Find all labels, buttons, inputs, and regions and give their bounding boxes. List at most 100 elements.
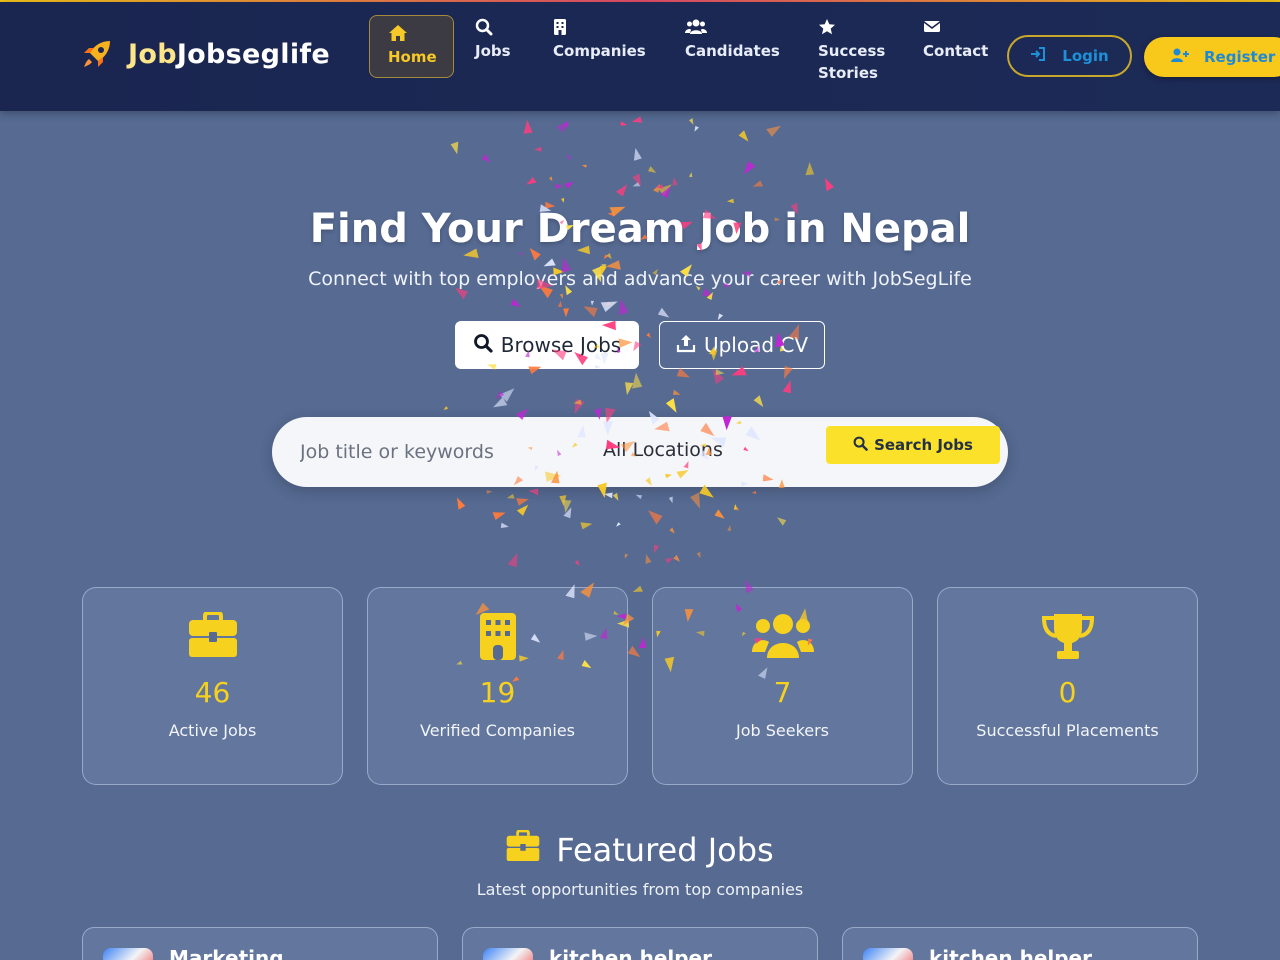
confetti-piece — [549, 176, 553, 182]
stat-label: Active Jobs — [168, 721, 257, 740]
confetti-piece — [706, 292, 713, 300]
job-title[interactable]: kitchen helper — [929, 946, 1092, 960]
confetti-piece — [493, 397, 508, 408]
confetti-piece — [583, 306, 598, 318]
confetti-piece — [635, 494, 642, 500]
confetti-piece — [632, 372, 643, 389]
location-select[interactable]: All Locations — [603, 439, 723, 461]
home-icon — [388, 24, 453, 44]
confetti-piece — [620, 121, 628, 126]
brand-logo[interactable]: JobJobseglife — [80, 36, 330, 72]
confetti-piece — [805, 162, 815, 176]
nav-item-companies[interactable]: Companies — [553, 18, 646, 62]
search-icon — [475, 18, 511, 38]
job-title[interactable]: kitchen helper — [549, 946, 712, 960]
login-button[interactable]: Login — [1007, 35, 1132, 77]
users-icon — [653, 612, 912, 662]
confetti-piece — [492, 512, 506, 520]
confetti-piece — [559, 495, 567, 507]
confetti-piece — [631, 116, 643, 123]
star-icon — [818, 18, 885, 38]
confetti-piece — [733, 504, 738, 510]
nav-item-contact[interactable]: Contact — [923, 18, 988, 62]
trophy-icon — [938, 612, 1197, 662]
confetti-piece — [743, 161, 756, 175]
confetti-piece — [528, 488, 539, 496]
featured-jobs-heading: Featured Jobs — [0, 829, 1280, 870]
upload-icon — [676, 333, 696, 358]
confetti-piece — [669, 527, 675, 534]
confetti-piece — [481, 154, 491, 163]
confetti-piece — [580, 522, 593, 530]
upload-cv-label: Upload CV — [703, 333, 809, 357]
nav-item-success-stories[interactable]: Success Stories — [818, 18, 885, 84]
upload-cv-button[interactable]: Upload CV — [659, 321, 825, 369]
nav-label-contact: Contact — [923, 42, 989, 60]
stat-card-successful-placements: 0 Successful Placements — [937, 587, 1198, 785]
nav-label-stories: Stories — [818, 64, 878, 82]
confetti-piece — [782, 380, 791, 394]
rocket-icon — [80, 37, 114, 71]
register-label: Register — [1204, 48, 1276, 66]
featured-jobs-subtitle: Latest opportunities from top companies — [476, 880, 804, 899]
confetti-piece — [574, 398, 585, 414]
stat-value: 0 — [1058, 676, 1077, 709]
confetti-piece — [672, 389, 681, 395]
job-card[interactable]: Marketing — [82, 927, 438, 960]
confetti-piece — [668, 496, 673, 504]
confetti-piece — [564, 181, 574, 189]
user-plus-icon — [1170, 47, 1190, 67]
briefcase-icon — [83, 612, 342, 662]
confetti-piece — [632, 173, 641, 187]
confetti-piece — [653, 183, 660, 193]
confetti-piece — [590, 300, 595, 306]
confetti-piece — [618, 298, 629, 315]
confetti-piece — [655, 184, 664, 189]
confetti-piece — [633, 147, 642, 161]
job-card[interactable]: kitchen helper — [842, 927, 1198, 960]
search-icon — [853, 436, 868, 455]
confetti-piece — [562, 500, 572, 513]
job-card[interactable]: kitchen helper — [462, 927, 818, 960]
register-button[interactable]: Register — [1144, 37, 1280, 77]
confetti-piece — [717, 313, 724, 321]
confetti-piece — [751, 491, 757, 494]
confetti-piece — [733, 507, 739, 511]
nav-item-home[interactable]: Home — [369, 15, 454, 78]
confetti-piece — [632, 585, 643, 592]
nav-item-jobs[interactable]: Jobs — [475, 18, 511, 62]
confetti-piece — [648, 166, 657, 173]
confetti-piece — [559, 293, 563, 299]
confetti-piece — [615, 184, 628, 197]
confetti-piece — [653, 544, 660, 554]
confetti-piece — [690, 492, 701, 509]
search-jobs-label: Search Jobs — [874, 436, 973, 454]
confetti-piece — [777, 517, 787, 526]
confetti-piece — [606, 252, 612, 260]
job-title[interactable]: Marketing — [169, 946, 284, 960]
envelope-icon — [923, 18, 988, 38]
nav-label-companies: Companies — [553, 42, 646, 60]
confetti-piece — [443, 406, 449, 411]
confetti-piece — [510, 298, 521, 307]
confetti-piece — [563, 507, 572, 519]
nav-label-home: Home — [388, 48, 437, 66]
confetti-piece — [694, 125, 699, 132]
confetti-piece — [526, 177, 537, 185]
nav-label-jobs: Jobs — [475, 42, 511, 60]
confetti-piece — [457, 497, 466, 510]
job-keywords-input[interactable] — [300, 435, 560, 469]
stat-label: Successful Placements — [976, 721, 1159, 740]
browse-jobs-button[interactable]: Browse Jobs — [455, 321, 639, 369]
confetti-piece — [715, 369, 725, 376]
confetti-piece — [714, 509, 725, 519]
search-jobs-button[interactable]: Search Jobs — [826, 426, 1000, 464]
job-search-bar: All Locations Search Jobs — [272, 417, 1008, 487]
nav-item-candidates[interactable]: Candidates — [685, 18, 780, 62]
browse-jobs-label: Browse Jobs — [500, 333, 622, 357]
confetti-piece — [616, 522, 621, 527]
confetti-piece — [665, 398, 677, 413]
confetti-piece — [673, 554, 680, 562]
briefcase-icon — [506, 829, 540, 870]
stat-card-job-seekers: 7 Job Seekers — [652, 587, 913, 785]
